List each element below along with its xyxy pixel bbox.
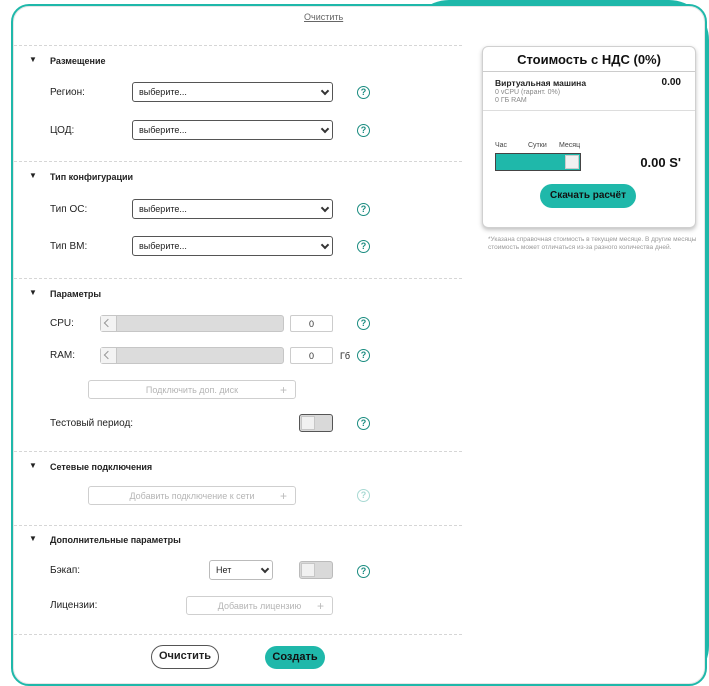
region-label: Регион: bbox=[50, 87, 85, 98]
vm-type-select[interactable]: выберите... bbox=[132, 236, 333, 256]
vm-cpu-detail: 0 vCPU (гарант. 0%) bbox=[495, 89, 561, 96]
period-hour-label[interactable]: Час bbox=[495, 142, 507, 149]
backup-select[interactable]: Нет bbox=[209, 560, 273, 580]
divider bbox=[14, 45, 462, 46]
os-type-select[interactable]: выберите... bbox=[132, 199, 333, 219]
chevron-down-icon bbox=[320, 124, 330, 134]
collapse-arrow-icon[interactable]: ▼ bbox=[29, 534, 37, 543]
plus-icon: + bbox=[279, 383, 287, 397]
help-icon[interactable]: ? bbox=[357, 86, 370, 99]
licenses-label: Лицензии: bbox=[50, 600, 98, 611]
section-title-params[interactable]: Параметры bbox=[50, 289, 101, 299]
add-disk-button[interactable]: Подключить доп. диск + bbox=[88, 380, 296, 399]
divider bbox=[483, 110, 695, 111]
vm-ram-detail: 0 ГБ RAM bbox=[495, 97, 527, 104]
cpu-slider[interactable] bbox=[100, 315, 284, 332]
section-title-network[interactable]: Сетевые подключения bbox=[50, 462, 152, 472]
chevron-down-icon bbox=[320, 203, 330, 213]
divider bbox=[14, 451, 462, 452]
total-price: 0.00 S' bbox=[640, 155, 681, 170]
os-type-label: Тип ОС: bbox=[50, 204, 88, 215]
divider bbox=[14, 525, 462, 526]
help-icon[interactable]: ? bbox=[357, 489, 370, 502]
slider-handle[interactable] bbox=[101, 316, 117, 331]
region-select[interactable]: выберите... bbox=[132, 82, 333, 102]
help-icon[interactable]: ? bbox=[357, 203, 370, 216]
download-estimate-button[interactable]: Скачать расчёт bbox=[540, 184, 636, 208]
vm-name: Виртуальная машина bbox=[495, 78, 587, 88]
help-icon[interactable]: ? bbox=[357, 417, 370, 430]
backup-select-value: Нет bbox=[216, 565, 232, 575]
cpu-value-input[interactable]: 0 bbox=[290, 315, 333, 332]
period-day-label[interactable]: Сутки bbox=[528, 142, 547, 149]
divider bbox=[14, 278, 462, 279]
add-license-label: Добавить лицензию bbox=[217, 601, 302, 611]
backup-toggle[interactable] bbox=[299, 561, 333, 579]
clear-link-top[interactable]: Очистить bbox=[304, 12, 343, 22]
trial-period-label: Тестовый период: bbox=[50, 418, 134, 429]
vm-price: 0.00 bbox=[661, 77, 681, 88]
os-type-select-value: выберите... bbox=[139, 204, 187, 214]
datacenter-label: ЦОД: bbox=[50, 125, 75, 136]
vm-type-label: Тип ВМ: bbox=[50, 241, 88, 252]
clear-button[interactable]: Очистить bbox=[151, 645, 219, 669]
collapse-arrow-icon[interactable]: ▼ bbox=[29, 55, 37, 64]
help-icon[interactable]: ? bbox=[357, 317, 370, 330]
add-network-button[interactable]: Добавить подключение к сети + bbox=[88, 486, 296, 505]
chevron-down-icon bbox=[320, 86, 330, 96]
region-select-value: выберите... bbox=[139, 87, 187, 97]
help-icon[interactable]: ? bbox=[357, 349, 370, 362]
cpu-label: CPU: bbox=[50, 318, 74, 329]
help-icon[interactable]: ? bbox=[357, 240, 370, 253]
toggle-knob bbox=[301, 563, 315, 577]
collapse-arrow-icon[interactable]: ▼ bbox=[29, 171, 37, 180]
ram-label: RAM: bbox=[50, 350, 75, 361]
help-icon[interactable]: ? bbox=[357, 565, 370, 578]
add-network-label: Добавить подключение к сети bbox=[129, 491, 255, 501]
plus-icon: + bbox=[316, 599, 324, 613]
help-icon[interactable]: ? bbox=[357, 124, 370, 137]
trial-period-toggle[interactable] bbox=[299, 414, 333, 432]
ram-slider[interactable] bbox=[100, 347, 284, 364]
ram-value-input[interactable]: 0 bbox=[290, 347, 333, 364]
divider bbox=[483, 71, 695, 72]
collapse-arrow-icon[interactable]: ▼ bbox=[29, 288, 37, 297]
slider-handle[interactable] bbox=[565, 155, 579, 169]
section-title-placement[interactable]: Размещение bbox=[50, 56, 106, 66]
divider bbox=[14, 161, 462, 162]
vm-type-select-value: выберите... bbox=[139, 241, 187, 251]
datacenter-select[interactable]: выберите... bbox=[132, 120, 333, 140]
add-license-button[interactable]: Добавить лицензию + bbox=[186, 596, 333, 615]
create-button[interactable]: Создать bbox=[265, 646, 325, 669]
period-month-label[interactable]: Месяц bbox=[559, 142, 580, 149]
period-slider[interactable] bbox=[495, 153, 581, 171]
divider bbox=[14, 634, 462, 635]
datacenter-select-value: выберите... bbox=[139, 125, 187, 135]
chevron-down-icon bbox=[320, 240, 330, 250]
section-title-config[interactable]: Тип конфигурации bbox=[50, 172, 133, 182]
add-disk-label: Подключить доп. диск bbox=[145, 385, 239, 395]
chevron-down-icon bbox=[260, 564, 270, 574]
toggle-knob bbox=[301, 416, 315, 430]
plus-icon: + bbox=[279, 489, 287, 503]
cost-footnote: *Указана справочная стоимость в текущем … bbox=[488, 236, 697, 251]
slider-handle[interactable] bbox=[101, 348, 117, 363]
cost-summary-card: Стоимость с НДС (0%) Виртуальная машина … bbox=[482, 46, 696, 228]
backup-label: Бэкап: bbox=[50, 565, 81, 576]
section-title-extra[interactable]: Дополнительные параметры bbox=[50, 535, 181, 545]
ram-unit: Гб bbox=[340, 351, 351, 361]
collapse-arrow-icon[interactable]: ▼ bbox=[29, 461, 37, 470]
cost-title: Стоимость с НДС (0%) bbox=[517, 52, 661, 67]
